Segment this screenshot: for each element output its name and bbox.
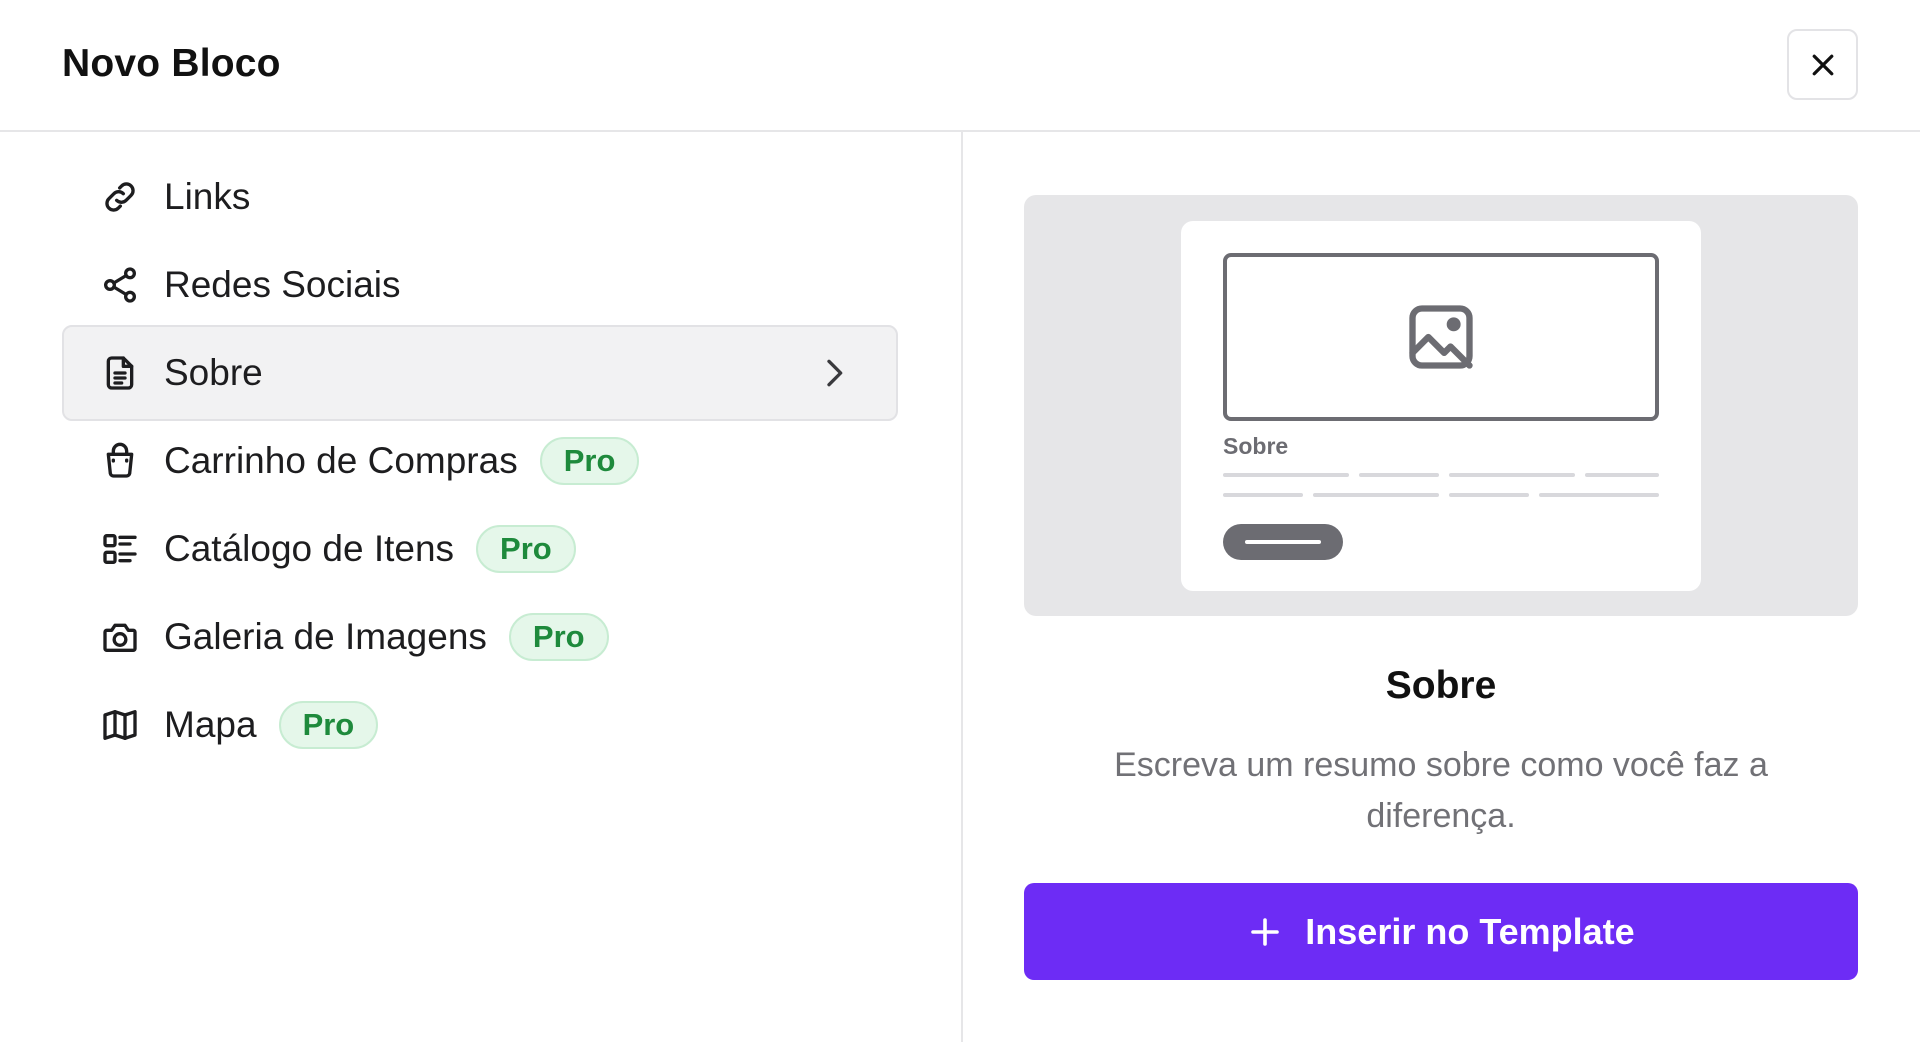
menu-item-links[interactable]: Links [62,149,898,245]
menu-item-about[interactable]: Sobre [62,325,898,421]
block-preview: Sobre [1024,195,1858,616]
menu-item-map[interactable]: Mapa Pro [62,677,898,773]
insert-button-label: Inserir no Template [1305,910,1635,952]
menu-item-image-gallery[interactable]: Galeria de Imagens Pro [62,589,898,685]
panel-divider [961,132,963,1042]
close-icon [1812,54,1833,75]
preview-button-placeholder [1223,524,1343,560]
preview-card: Sobre [1181,221,1701,591]
chevron-right-icon [827,359,843,387]
menu-item-shopping-cart[interactable]: Carrinho de Compras Pro [62,413,898,509]
preview-image-placeholder [1223,253,1659,421]
plus-icon [1251,917,1280,946]
preview-text-lines [1223,473,1659,513]
close-button[interactable] [1787,29,1858,100]
menu-item-label: Carrinho de Compras [164,440,518,481]
pro-badge: Pro [539,437,640,485]
detail-title: Sobre [1385,664,1497,707]
link-icon [98,175,142,219]
menu-item-label: Links [164,176,251,217]
modal-header: Novo Bloco [0,0,1920,132]
menu-item-label: Catálogo de Itens [164,528,455,569]
pro-badge: Pro [508,613,609,661]
pro-badge: Pro [476,525,576,573]
menu-item-catalog[interactable]: Catálogo de Itens Pro [62,501,898,597]
menu-item-label: Galeria de Imagens [164,616,487,657]
shopping-bag-icon [98,439,142,483]
map-icon [98,703,142,747]
list-icon [98,527,142,571]
camera-icon [98,615,142,659]
detail-description: Escreva um resumo sobre como você faz a … [1114,746,1768,835]
new-block-modal: Novo Bloco Links Redes Sociais Sobre Car… [0,0,1920,1042]
menu-item-label: Sobre [164,352,263,393]
pro-badge: Pro [278,701,379,749]
document-icon [98,351,142,395]
preview-card-title: Sobre [1223,433,1289,459]
share-icon [98,263,142,307]
modal-title: Novo Bloco [62,42,281,85]
menu-item-label: Redes Sociais [164,264,401,305]
insert-into-template-button[interactable]: Inserir no Template [1024,883,1858,980]
menu-item-social[interactable]: Redes Sociais [62,237,898,333]
menu-item-label: Mapa [164,704,257,745]
image-icon [1409,305,1473,369]
